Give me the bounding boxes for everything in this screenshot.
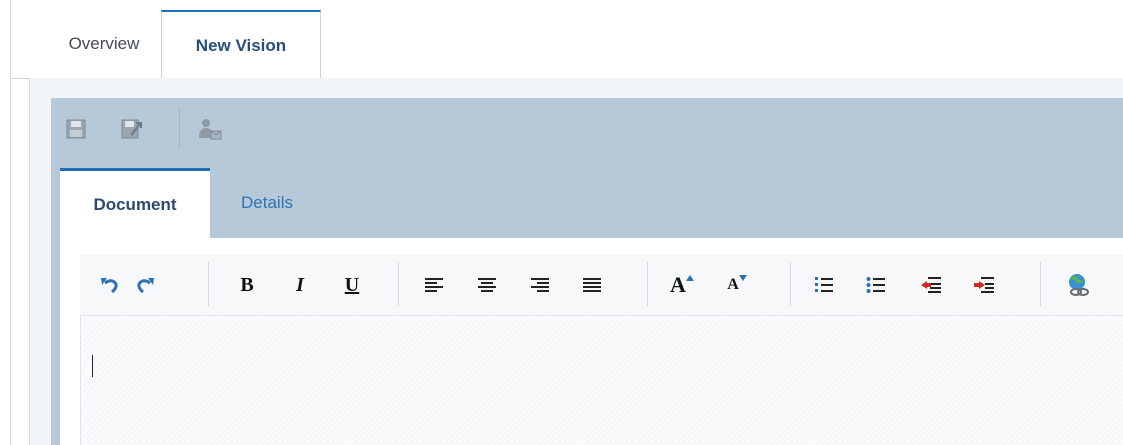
align-left-icon[interactable] xyxy=(420,270,448,300)
text-caret xyxy=(92,355,93,377)
document-text-area[interactable] xyxy=(80,316,1123,445)
tab-overview[interactable]: Overview xyxy=(52,10,156,78)
main-tab-bar: Overview New Vision xyxy=(11,10,1123,79)
align-right-icon[interactable] xyxy=(526,270,554,300)
increase-font-size-glyph: A xyxy=(670,272,686,297)
align-center-icon[interactable] xyxy=(473,270,501,300)
tab-details[interactable]: Details xyxy=(212,168,322,238)
save-and-close-icon[interactable] xyxy=(120,117,144,141)
save-icon[interactable] xyxy=(64,117,88,141)
arrow-up-icon xyxy=(685,275,694,281)
outdent-icon[interactable] xyxy=(917,270,945,300)
toolbar-separator xyxy=(647,262,648,306)
insert-link-icon[interactable] xyxy=(1064,270,1092,300)
underline-icon[interactable]: U xyxy=(338,270,366,300)
toolbar-separator xyxy=(208,262,209,306)
toolbar-separator xyxy=(398,262,399,306)
bulleted-list-icon[interactable] xyxy=(862,270,890,300)
numbered-list-icon[interactable] xyxy=(810,270,838,300)
italic-icon[interactable]: I xyxy=(286,270,314,300)
redo-icon[interactable] xyxy=(131,270,159,300)
undo-icon[interactable] xyxy=(96,270,124,300)
decrease-font-size-icon[interactable]: A xyxy=(723,270,751,300)
arrow-down-icon xyxy=(738,275,747,281)
tab-document[interactable]: Document xyxy=(60,168,210,238)
bold-icon[interactable]: B xyxy=(233,270,261,300)
share-document-icon[interactable] xyxy=(198,117,222,141)
toolbar-separator xyxy=(179,108,180,148)
indent-icon[interactable] xyxy=(970,270,998,300)
increase-font-size-icon[interactable]: A xyxy=(668,270,696,300)
justify-icon[interactable] xyxy=(578,270,606,300)
toolbar-separator xyxy=(1040,262,1041,306)
toolbar-separator xyxy=(790,262,791,306)
tab-new-vision[interactable]: New Vision xyxy=(161,10,321,79)
decrease-font-size-glyph: A xyxy=(727,276,739,293)
